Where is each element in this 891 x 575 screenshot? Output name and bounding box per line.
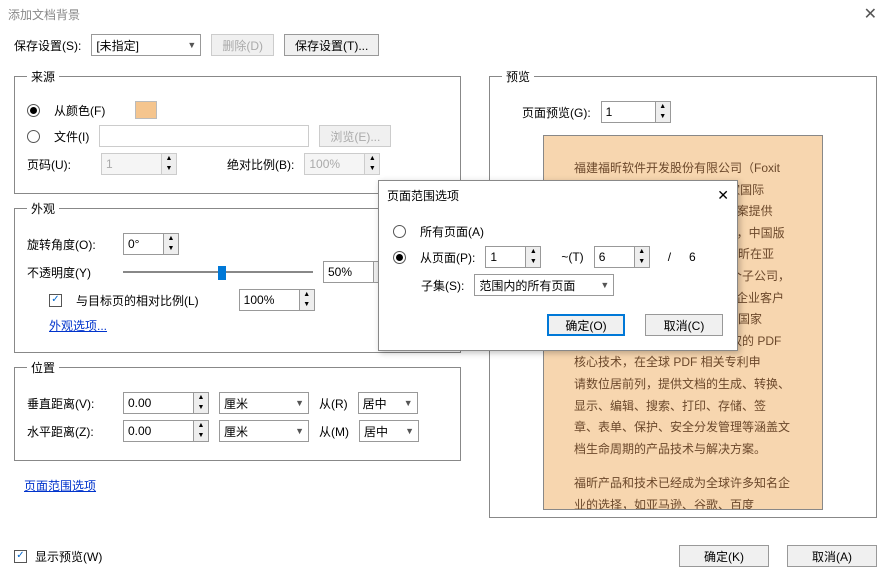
save-settings-label: 保存设置(S): <box>14 37 81 54</box>
relative-scale-spinner[interactable]: ▲▼ <box>239 289 315 311</box>
vdist-unit-combo[interactable]: 厘米▼ <box>219 392 309 414</box>
page-number-spinner: ▲▼ <box>101 153 177 175</box>
file-path-input <box>99 125 309 147</box>
opacity-slider[interactable] <box>123 262 313 282</box>
chevron-down-icon: ▼ <box>162 164 176 174</box>
window-title: 添加文档背景 <box>8 6 80 23</box>
relative-scale-checkbox[interactable] <box>49 294 62 307</box>
dialog-title: 页面范围选项 <box>387 187 459 204</box>
page-range-dialog: 页面范围选项 ✕ 所有页面(A) 从页面(P): ▲▼ ~(T) ▲▼ / 6 … <box>378 180 738 351</box>
abs-scale-spinner: ▲▼ <box>304 153 380 175</box>
cancel-button[interactable]: 取消(A) <box>787 545 877 567</box>
from-file-radio[interactable] <box>27 130 40 143</box>
from-color-radio[interactable] <box>27 104 40 117</box>
from-page-radio[interactable] <box>393 251 406 264</box>
close-icon[interactable]: ✕ <box>717 187 729 204</box>
save-settings-button[interactable]: 保存设置(T)... <box>284 34 379 56</box>
show-preview-checkbox[interactable] <box>14 550 27 563</box>
all-pages-radio[interactable] <box>393 225 406 238</box>
appearance-options-link[interactable]: 外观选项... <box>49 317 107 334</box>
ok-button[interactable]: 确定(K) <box>679 545 769 567</box>
chevron-up-icon: ▲ <box>162 154 176 164</box>
to-page-spinner[interactable]: ▲▼ <box>594 246 650 268</box>
from-page-spinner[interactable]: ▲▼ <box>485 246 541 268</box>
color-swatch[interactable] <box>135 101 157 119</box>
browse-button: 浏览(E)... <box>319 125 391 147</box>
dialog-ok-button[interactable]: 确定(O) <box>547 314 625 336</box>
preview-page-spinner[interactable]: ▲▼ <box>601 101 671 123</box>
vdist-spinner[interactable]: ▲▼ <box>123 392 209 414</box>
hdist-unit-combo[interactable]: 厘米▼ <box>219 420 309 442</box>
subset-combo[interactable]: 范围内的所有页面▼ <box>474 274 614 296</box>
close-icon[interactable]: ✕ <box>858 4 883 24</box>
rotation-spinner[interactable]: ▲▼ <box>123 233 179 255</box>
hdist-spinner[interactable]: ▲▼ <box>123 420 209 442</box>
page-range-link[interactable]: 页面范围选项 <box>24 479 96 493</box>
chevron-down-icon: ▼ <box>187 40 196 50</box>
dialog-cancel-button[interactable]: 取消(C) <box>645 314 723 336</box>
source-group: 来源 从颜色(F) 文件(I) 浏览(E)... 页码(U): ▲▼ <box>14 68 461 194</box>
save-settings-combo[interactable]: [未指定]▼ <box>91 34 201 56</box>
delete-button: 删除(D) <box>211 34 274 56</box>
position-group: 位置 垂直距离(V): ▲▼ 厘米▼ 从(R) 居中▼ 水平距离(Z): ▲▼ … <box>14 359 461 461</box>
hdist-from-combo[interactable]: 居中▼ <box>359 420 419 442</box>
vdist-from-combo[interactable]: 居中▼ <box>358 392 418 414</box>
